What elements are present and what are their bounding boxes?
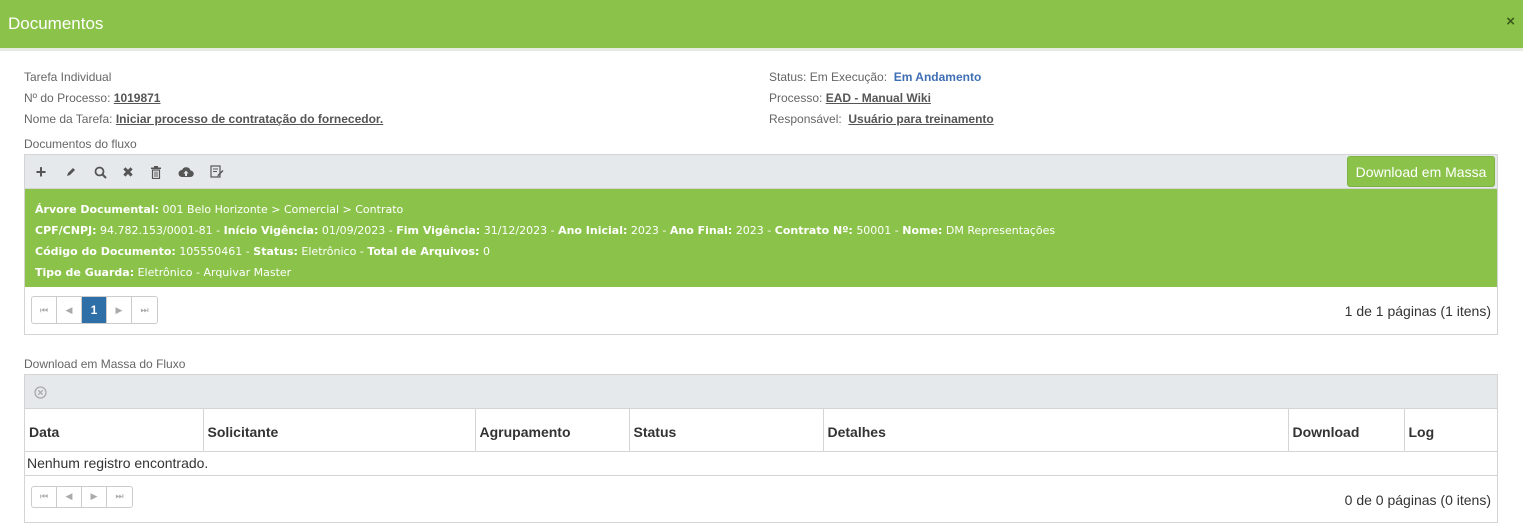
flow-docs-label: Documentos do fluxo (24, 137, 137, 151)
prev-page-icon[interactable]: ◀ (57, 486, 82, 507)
document-line-2: CPF/CNPJ: 94.782.153/0001-81 - Início Vi… (35, 224, 1056, 237)
first-page-icon[interactable]: ⏮ (32, 486, 57, 507)
column-header-status[interactable]: Status (629, 409, 824, 452)
edit-document-icon[interactable] (209, 164, 225, 180)
document-line-4: Tipo de Guarda: Eletrônico - Arquivar Ma… (35, 266, 292, 279)
column-header-download[interactable]: Download (1288, 409, 1405, 452)
column-header-detalhes[interactable]: Detalhes (823, 409, 1289, 452)
add-icon[interactable]: + (33, 162, 49, 182)
empty-message: Nenhum registro encontrado. (25, 451, 1497, 476)
process-row: Processo: EAD - Manual Wiki (769, 91, 931, 105)
last-page-icon[interactable]: ⏭ (132, 297, 157, 323)
next-page-icon[interactable]: ▶ (82, 486, 107, 507)
document-row[interactable]: Árvore Documental: 001 Belo Horizonte > … (25, 189, 1497, 287)
process-number-link[interactable]: 1019871 (114, 91, 161, 105)
mass-download-pager-row: ⏮ ◀ ▶ ⏭ 0 de 0 páginas (0 itens) (25, 476, 1497, 522)
status-row: Status: Em Execução: Em Andamento (769, 70, 982, 84)
modal-header: Documentos × (0, 0, 1523, 48)
last-page-icon[interactable]: ⏭ (107, 487, 132, 507)
empty-row: Nenhum registro encontrado. (25, 451, 1497, 476)
flow-docs-toolbar: + ✖ Download em Massa (25, 155, 1497, 189)
flow-docs-pager: ⏮ ◀ 1 ▶ ⏭ (31, 296, 158, 324)
task-name-row: Nome da Tarefa: Iniciar processo de cont… (24, 112, 384, 126)
cancel-circle-icon[interactable] (32, 384, 48, 400)
modal-title: Documentos (8, 14, 104, 33)
first-page-icon[interactable]: ⏮ (32, 297, 57, 323)
mass-download-label: Download em Massa do Fluxo (24, 357, 186, 371)
mass-download-panel: Data Solicitante Agrupamento Status Deta… (24, 374, 1498, 523)
delete-icon[interactable] (148, 164, 164, 180)
next-page-icon[interactable]: ▶ (107, 297, 132, 323)
column-header-data[interactable]: Data (25, 409, 204, 452)
column-header-log[interactable]: Log (1404, 409, 1497, 452)
mass-download-table: Data Solicitante Agrupamento Status Deta… (25, 409, 1497, 476)
edit-icon[interactable] (63, 164, 79, 180)
search-icon[interactable] (92, 164, 108, 180)
mass-download-pager: ⏮ ◀ ▶ ⏭ (31, 485, 133, 508)
status-value: Em Andamento (893, 70, 982, 84)
column-header-solicitante[interactable]: Solicitante (203, 409, 476, 452)
process-link[interactable]: EAD - Manual Wiki (826, 91, 931, 105)
task-name-link[interactable]: Iniciar processo de contratação do forne… (116, 112, 383, 126)
header-divider (0, 48, 1523, 51)
close-icon[interactable]: × (1506, 13, 1515, 30)
mass-download-pager-info: 0 de 0 páginas (0 itens) (1344, 491, 1491, 508)
cloud-upload-icon[interactable] (178, 164, 194, 180)
task-type: Tarefa Individual (24, 70, 112, 84)
flow-docs-pager-info: 1 de 1 páginas (1 itens) (1344, 303, 1491, 319)
prev-page-icon[interactable]: ◀ (57, 297, 82, 323)
responsible-row: Responsável: Usuário para treinamento (769, 112, 994, 126)
document-line-3: Código do Documento: 105550461 - Status:… (35, 245, 490, 258)
column-header-agrupamento[interactable]: Agrupamento (475, 409, 630, 452)
page-button[interactable]: 1 (82, 297, 107, 323)
process-number-row: Nº do Processo: 1019871 (24, 91, 161, 105)
table-header-row: Data Solicitante Agrupamento Status Deta… (25, 409, 1497, 452)
flow-docs-pager-row: ⏮ ◀ 1 ▶ ⏭ 1 de 1 páginas (1 itens) (25, 287, 1497, 334)
mass-download-button[interactable]: Download em Massa (1347, 156, 1495, 187)
responsible-link[interactable]: Usuário para treinamento (848, 112, 993, 126)
mass-download-toolbar (25, 375, 1497, 409)
flow-docs-panel: + ✖ Download em Massa Árvore Documental:… (24, 154, 1498, 335)
document-line-1: Árvore Documental: 001 Belo Horizonte > … (35, 203, 404, 216)
remove-icon[interactable]: ✖ (120, 164, 136, 180)
